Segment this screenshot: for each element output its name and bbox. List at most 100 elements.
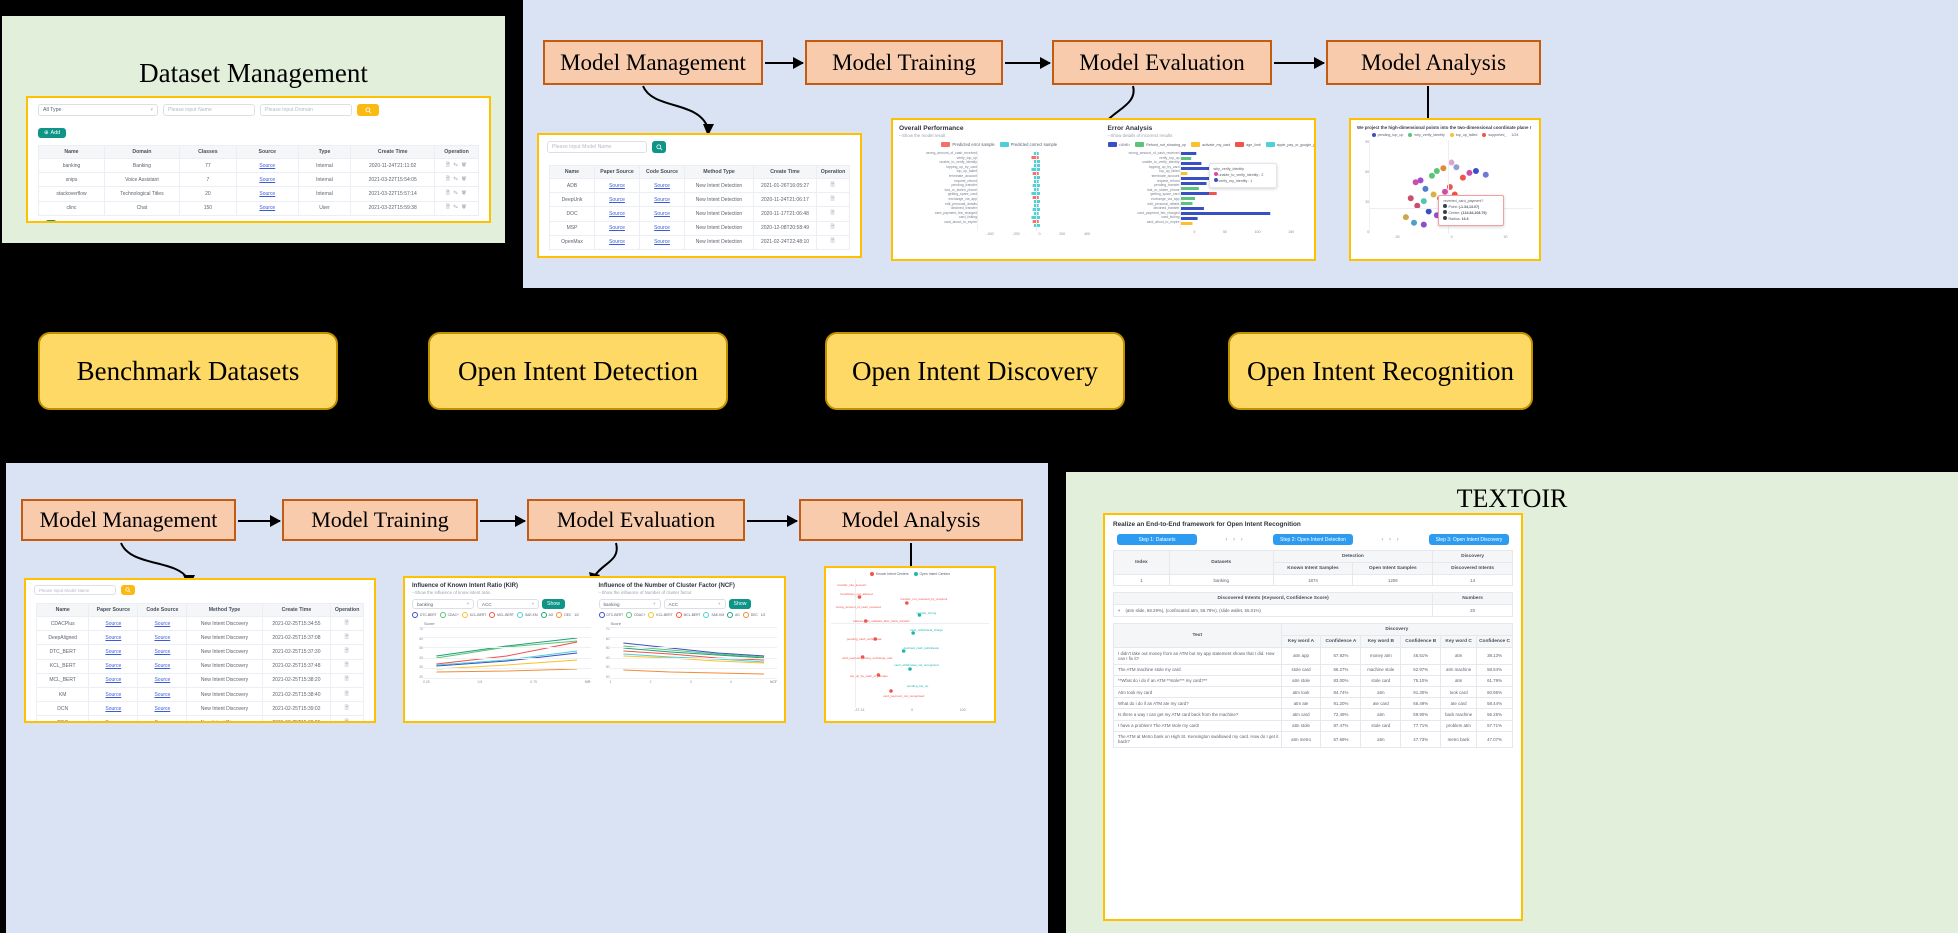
legend-item-why-verify[interactable]: why_verify_identity — [1408, 133, 1445, 137]
cell-source[interactable]: Source — [235, 200, 299, 216]
cell-operation[interactable]: 🗎 — [816, 220, 850, 236]
code-source-link[interactable]: Source — [154, 692, 170, 698]
textoir-step-3[interactable]: Step 3: Open Intent Discovery — [1428, 534, 1509, 545]
legend-item-open-centers[interactable]: Open Intent Centers — [913, 572, 950, 576]
expand-icon[interactable]: ▾ — [1118, 608, 1120, 613]
cell-operation[interactable]: 🗎 ✎ 🗑 — [433, 172, 480, 188]
cell-operation[interactable]: 🗎 — [816, 206, 850, 222]
code-source-link[interactable]: Source — [654, 197, 670, 203]
kir-show-button[interactable]: Show — [542, 599, 565, 609]
row-action-icons[interactable]: 🗎 — [830, 210, 835, 216]
legend-item-known-centers[interactable]: Known Intent Centers — [869, 572, 909, 576]
table-row[interactable]: ▾ (atm slide, 58.29%), (confiscated atm,… — [1112, 604, 1513, 618]
projection-plot[interactable]: reverted_card_payment? Point: (-1.34,13.… — [1369, 140, 1533, 234]
table-row[interactable]: The ATM at Metro bank on High St. Kensin… — [1113, 730, 1513, 748]
legend-pagination[interactable]: 1/2 — [761, 613, 766, 617]
legend-item-ag[interactable]: AG — [540, 612, 553, 618]
legend-item-mcl-bert[interactable]: MCL-BERT — [675, 612, 700, 618]
cell-operation[interactable]: 🗎 — [330, 715, 364, 721]
cell-code[interactable]: Source — [137, 672, 188, 688]
cell-paper[interactable]: Source — [88, 658, 139, 674]
table-row[interactable]: clinc Chat 150 Source User 2021-03-22T15… — [38, 200, 480, 216]
code-source-link[interactable]: Source — [154, 635, 170, 641]
legend-item-refund[interactable]: Refund_not_showing_up — [1135, 142, 1186, 147]
table-row[interactable]: I have a problem! The ATM stole my card!… — [1113, 719, 1513, 732]
dataset-type-select[interactable]: All Type ▾ — [38, 104, 158, 116]
legend-item-top-up-failed[interactable]: top_up_failed — [1449, 133, 1477, 137]
source-link[interactable]: Source — [259, 205, 275, 211]
cell-paper[interactable]: Source — [594, 192, 640, 208]
table-row[interactable]: DTC_BERT Source Source New Intent Discov… — [35, 644, 364, 660]
cell-code[interactable]: Source — [639, 192, 685, 208]
code-source-link[interactable]: Source — [154, 663, 170, 669]
table-row[interactable]: OpenMax Source Source New Intent Detecti… — [549, 234, 850, 250]
code-source-link[interactable]: Source — [154, 677, 170, 683]
legend-item-sae-km[interactable]: SAE-KM — [516, 612, 538, 618]
cell-code[interactable]: Source — [137, 701, 188, 717]
cell-code[interactable]: Source — [137, 715, 188, 721]
cell-code[interactable]: Source — [639, 220, 685, 236]
cell-operation[interactable]: 🗎 — [330, 701, 364, 717]
legend-item-unk[interactable]: <UNK> — [1107, 142, 1130, 147]
kir-metric-select[interactable]: ACC ▾ — [477, 599, 539, 609]
row-action-icons[interactable]: 🗎 — [830, 182, 835, 188]
source-link[interactable]: Source — [259, 191, 275, 197]
code-source-link[interactable]: Source — [654, 211, 670, 217]
row-action-icons[interactable]: 🗎 — [830, 196, 835, 202]
table-row[interactable]: KCL_BERT Source Source New Intent Discov… — [35, 658, 364, 674]
cell-operation[interactable]: 🗎 — [816, 234, 850, 250]
cell-source[interactable]: Source — [235, 186, 299, 202]
cell-paper[interactable]: Source — [88, 615, 139, 632]
legend-item-dec[interactable]: DEC — [556, 612, 571, 618]
legend-item-applepay[interactable]: apple_pay_or_google_pay — [1265, 142, 1314, 147]
legend-item-dtc-bert[interactable]: DTC-BERT — [412, 612, 437, 618]
textoir-step-1[interactable]: Step 1: Datasets — [1117, 534, 1197, 545]
cell-operation[interactable]: 🗎 — [816, 177, 850, 194]
model-search-button[interactable] — [121, 585, 135, 595]
row-action-icons[interactable]: 🗎 — [830, 224, 835, 230]
chip-open-intent-detection[interactable]: Open Intent Detection — [428, 332, 728, 410]
row-action-icons[interactable]: 🗎 — [345, 691, 350, 697]
cell-code[interactable]: Source — [639, 177, 685, 194]
legend-item-sae-km[interactable]: SAE-KM — [703, 612, 724, 618]
dataset-domain-input[interactable]: Please input Domain — [260, 104, 352, 116]
chip-benchmark-datasets[interactable]: Benchmark Datasets — [38, 332, 338, 410]
cell-code[interactable]: Source — [639, 234, 685, 250]
paper-source-link[interactable]: Source — [609, 183, 625, 189]
row-action-icons[interactable]: 🗎 — [345, 662, 350, 668]
legend-pagination[interactable]: 1/2 — [574, 613, 579, 617]
paper-source-link[interactable]: Source — [105, 720, 121, 721]
cell-operation[interactable]: 🗎 — [330, 644, 364, 660]
table-row[interactable]: Atm took my card atm took 84.74% atm 91.… — [1113, 685, 1513, 699]
legend-item-dec[interactable]: DEC — [742, 612, 758, 618]
cell-operation[interactable]: 🗎 — [330, 615, 364, 632]
table-row[interactable]: What do i do if an ATM ate my card? atm … — [1113, 697, 1513, 710]
row-action-icons[interactable]: 🗎 — [345, 634, 350, 640]
code-source-link[interactable]: Source — [154, 720, 170, 721]
table-row[interactable]: MCL_BERT Source Source New Intent Discov… — [35, 672, 364, 688]
paper-source-link[interactable]: Source — [105, 635, 121, 641]
table-row[interactable]: ADB Source Source New Intent Detection 2… — [549, 177, 850, 194]
cell-paper[interactable]: Source — [594, 220, 640, 236]
chip-open-intent-discovery[interactable]: Open Intent Discovery — [825, 332, 1125, 410]
row-action-icons[interactable]: 🗎 — [830, 238, 835, 244]
table-row[interactable]: DeepAligned Source Source New Intent Dis… — [35, 630, 364, 646]
row-action-icons[interactable]: 🗎 ✎ 🗑 — [446, 204, 467, 210]
legend-item-kcl-bert[interactable]: KCL-BERT — [648, 612, 673, 618]
table-row[interactable]: **What do i do if an ATM **stole*** my c… — [1113, 674, 1513, 687]
model-name-input[interactable]: Please input Model Name — [34, 585, 116, 595]
table-row[interactable]: The ATM machine stole my card stole card… — [1113, 663, 1513, 676]
cell-operation[interactable]: 🗎 — [330, 630, 364, 646]
source-link[interactable]: Source — [259, 163, 275, 169]
table-row[interactable]: DEC Source Source New Intent Discovery 2… — [35, 715, 364, 721]
model-search-button[interactable] — [652, 141, 666, 153]
legend-item-correct[interactable]: Predicted correct sample — [999, 142, 1057, 147]
code-source-link[interactable]: Source — [654, 225, 670, 231]
cell-operation[interactable]: 🗎 — [330, 686, 364, 703]
textoir-step-2[interactable]: Step 2: Open Intent Detection — [1272, 534, 1353, 545]
table-row[interactable]: CDACPlus Source Source New Intent Discov… — [35, 615, 364, 632]
row-action-icons[interactable]: 🗎 ✎ 🗑 — [446, 176, 467, 182]
code-source-link[interactable]: Source — [654, 183, 670, 189]
legend-pagination[interactable]: 1/24 — [1511, 133, 1518, 137]
legend-item-activate[interactable]: activate_my_card — [1191, 142, 1230, 147]
